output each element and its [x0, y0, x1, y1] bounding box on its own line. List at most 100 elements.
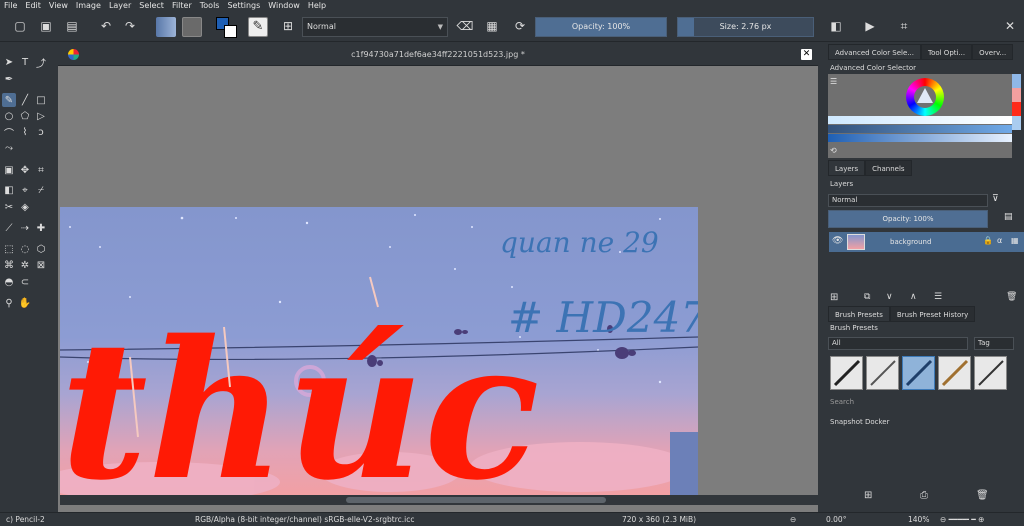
- add-snapshot-icon[interactable]: ⊞: [864, 490, 872, 501]
- new-document-icon[interactable]: ▢: [10, 16, 30, 36]
- calligraphy-icon[interactable]: ✒: [2, 72, 16, 86]
- zoom-tool-icon[interactable]: ⚲: [2, 296, 16, 310]
- tab-layers[interactable]: Layers: [828, 160, 866, 176]
- layer-settings-icon[interactable]: ☰: [934, 292, 942, 302]
- reference-tool-icon[interactable]: ⇢: [18, 221, 32, 235]
- delete-layer-icon[interactable]: 🗑: [1006, 292, 1017, 302]
- rectangle-tool-icon[interactable]: □: [34, 93, 48, 107]
- alpha-lock-layer-icon[interactable]: ▦: [1011, 236, 1019, 245]
- saturation-slider[interactable]: [828, 116, 1012, 124]
- tab-brush-presets[interactable]: Brush Presets: [828, 306, 890, 322]
- polygon-select-icon[interactable]: ⬡: [34, 242, 48, 256]
- layer-row-background[interactable]: 👁 background 🔒 α ▦: [829, 232, 1024, 252]
- preset-pencil-2[interactable]: [902, 356, 935, 390]
- zoom-value[interactable]: 140%: [908, 513, 929, 526]
- text-tool-icon[interactable]: T: [18, 55, 32, 69]
- menu-item-help[interactable]: Help: [304, 0, 330, 11]
- menu-item-image[interactable]: Image: [72, 0, 105, 11]
- select-shapes-icon[interactable]: ➤: [2, 55, 16, 69]
- move-down-icon[interactable]: ∨: [886, 292, 893, 302]
- tab-overview[interactable]: Overv...: [972, 44, 1014, 60]
- color-history-swatches[interactable]: [1012, 74, 1021, 130]
- horizontal-scrollbar[interactable]: [60, 495, 818, 505]
- preset-search[interactable]: Search: [830, 398, 854, 406]
- tag-select[interactable]: Tag: [974, 337, 1014, 350]
- reload-preset-icon[interactable]: ⟳: [510, 16, 530, 36]
- move-up-icon[interactable]: ∧: [910, 292, 917, 302]
- preset-ink-pen[interactable]: [830, 356, 863, 390]
- tab-brush-preset-history[interactable]: Brush Preset History: [889, 306, 976, 322]
- pin-tool-icon[interactable]: ✚: [34, 221, 48, 235]
- magnetic-select-icon[interactable]: ⊂: [18, 275, 32, 289]
- dynamic-brush-icon[interactable]: ↄ: [34, 125, 48, 139]
- menu-icon[interactable]: ☰: [830, 77, 837, 86]
- color-picker-icon[interactable]: ⌖: [18, 183, 32, 197]
- bezier-select-icon[interactable]: ◓: [2, 275, 16, 289]
- ellipse-tool-icon[interactable]: ○: [2, 109, 16, 123]
- open-document-icon[interactable]: ▣: [36, 16, 56, 36]
- transform-tool-icon[interactable]: ▣: [2, 163, 16, 177]
- preset-marker[interactable]: [974, 356, 1007, 390]
- bezier-tool-icon[interactable]: ⌒: [2, 125, 16, 140]
- duplicate-layer-icon[interactable]: ⧉: [864, 292, 870, 302]
- scroll-thumb[interactable]: [346, 497, 606, 503]
- snapshot-camera-icon[interactable]: ⎙: [920, 490, 928, 501]
- layer-opacity-slider[interactable]: Opacity: 100%: [828, 210, 988, 228]
- mirror-vertical-icon[interactable]: ▶: [860, 16, 880, 36]
- fg-bg-color-selector[interactable]: [216, 17, 238, 38]
- close-window-icon[interactable]: ✕: [1000, 16, 1020, 36]
- tab-advanced-color-selector[interactable]: Advanced Color Sele...: [828, 44, 921, 60]
- rotate-icon[interactable]: ⊖: [790, 513, 796, 526]
- gradient-tool-icon[interactable]: ◧: [2, 183, 16, 197]
- eraser-mode-icon[interactable]: ⌫: [455, 16, 475, 36]
- background-color[interactable]: [224, 25, 237, 38]
- preset-pencil[interactable]: [866, 356, 899, 390]
- workspace-grid-icon[interactable]: ⊞: [278, 16, 298, 36]
- zoom-slider[interactable]: ⊖ ━━━━╸━ ⊕: [940, 513, 984, 526]
- layer-blend-select[interactable]: Normal: [828, 194, 988, 207]
- multibrush-icon[interactable]: ⤳: [2, 141, 16, 155]
- opacity-slider[interactable]: Opacity: 100%: [535, 17, 667, 37]
- menu-item-view[interactable]: View: [45, 0, 72, 11]
- size-slider[interactable]: Size: 2.76 px: [677, 17, 814, 37]
- redo-icon[interactable]: ↷: [120, 16, 140, 36]
- add-layer-icon[interactable]: ⊞: [830, 292, 838, 303]
- close-document-icon[interactable]: ✕: [801, 49, 812, 60]
- menu-item-select[interactable]: Select: [135, 0, 168, 11]
- polyline-tool-icon[interactable]: ▷: [34, 109, 48, 123]
- menu-item-settings[interactable]: Settings: [223, 0, 264, 11]
- measure-tool-icon[interactable]: ⟋: [2, 221, 16, 235]
- edit-shapes-icon[interactable]: ⤴: [34, 55, 48, 70]
- brush-filter-select[interactable]: All: [828, 337, 968, 350]
- value-slider[interactable]: [828, 125, 1012, 133]
- crop-tool-icon[interactable]: ⌗: [34, 163, 48, 177]
- tab-channels[interactable]: Channels: [865, 160, 912, 176]
- fill-tool-icon[interactable]: ◈: [18, 200, 32, 214]
- menu-item-file[interactable]: File: [0, 0, 21, 11]
- pattern-swatch[interactable]: [182, 17, 202, 37]
- polygon-tool-icon[interactable]: ⬠: [18, 109, 32, 123]
- layer-name[interactable]: background: [890, 232, 931, 252]
- freehand-select-icon[interactable]: ⌘: [2, 258, 16, 272]
- undo-icon[interactable]: ↶: [96, 16, 116, 36]
- move-tool-icon[interactable]: ✥: [18, 163, 32, 177]
- save-icon[interactable]: ▤: [62, 16, 82, 36]
- document-tab[interactable]: c1f94730a71def6ae34ff2221051d523.jpg * ✕: [58, 44, 818, 66]
- rect-select-icon[interactable]: ⬚: [2, 242, 16, 256]
- delete-snapshot-icon[interactable]: 🗑: [976, 490, 989, 501]
- menu-item-layer[interactable]: Layer: [105, 0, 135, 11]
- smart-patch-icon[interactable]: ⌿: [34, 183, 48, 197]
- color-selector-panel[interactable]: ☰ ⟲: [828, 74, 1012, 158]
- mirror-horizontal-icon[interactable]: ◧: [826, 16, 846, 36]
- alpha-lock-icon[interactable]: ▦: [482, 16, 502, 36]
- reset-icon[interactable]: ⟲: [830, 146, 837, 155]
- line-tool-icon[interactable]: ╱: [18, 93, 32, 107]
- freehand-path-icon[interactable]: ⌇: [18, 125, 32, 139]
- visibility-eye-icon[interactable]: 👁: [832, 236, 843, 246]
- hue-slider[interactable]: [828, 134, 1012, 142]
- lock-icon[interactable]: 🔒: [983, 236, 993, 245]
- menu-item-tools[interactable]: Tools: [196, 0, 224, 11]
- hue-ring[interactable]: [906, 78, 944, 116]
- tab-tool-options[interactable]: Tool Opti...: [920, 44, 973, 60]
- freehand-brush-icon[interactable]: ✎: [2, 93, 16, 107]
